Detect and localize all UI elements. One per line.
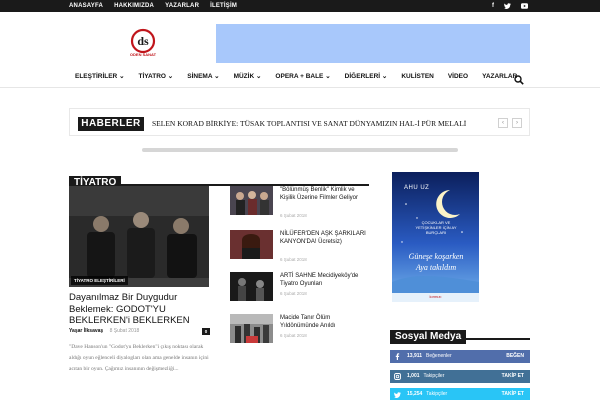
- menu-item-elestiriler[interactable]: ELEŞTİRİLER ⌄: [75, 66, 125, 88]
- search-icon[interactable]: [514, 72, 524, 85]
- menu-item-digerleri[interactable]: DİĞERLERİ ⌄: [345, 66, 388, 88]
- book-author: AHU UZ: [404, 185, 430, 191]
- youtube-icon[interactable]: [521, 0, 528, 12]
- top-bar: ANASAYFA HAKKIMIZDA YAZARLAR İLETİŞİM f: [0, 0, 600, 12]
- menu-item-opera-bale[interactable]: OPERA + BALE ⌄: [275, 66, 330, 88]
- ticker-next-button[interactable]: ›: [512, 118, 522, 128]
- follow-button[interactable]: TAKİP ET: [502, 370, 524, 383]
- book-title-line2: Aya takıldım: [415, 263, 457, 272]
- list-thumbnail[interactable]: [230, 314, 273, 343]
- list-item-title[interactable]: "Bölünmüş Benlik" Kimlik ve Kişilik Üzer…: [280, 186, 370, 202]
- follow-button[interactable]: TAKİP ET: [502, 388, 524, 400]
- logo-text: ODEN SANAT: [129, 52, 157, 57]
- svg-text:ds: ds: [137, 34, 149, 48]
- feature-meta: Yaşar İlksavaş 8 Şubat 2018 0: [69, 327, 210, 336]
- list-item[interactable]: NİLÜFER'DEN AŞK ŞARKILARI KANYON'DA! Ücr…: [230, 230, 370, 264]
- feature-author[interactable]: Yaşar İlksavaş: [69, 328, 103, 334]
- chevron-down-icon: ⌄: [381, 73, 388, 80]
- header-ad-banner[interactable]: [216, 24, 530, 63]
- menu-item-yazarlar[interactable]: YAZARLAR: [482, 66, 517, 88]
- section-header-social: Sosyal Medya: [390, 326, 530, 344]
- list-thumbnail[interactable]: [230, 272, 273, 301]
- chevron-down-icon: ⌄: [119, 73, 125, 80]
- ticker-prev-button[interactable]: ‹: [498, 118, 508, 128]
- list-item-date: 6 Şubat 2018: [280, 213, 307, 218]
- chevron-down-icon: ⌄: [214, 73, 220, 80]
- book-title-line1: Güneşe koşarken: [408, 252, 464, 261]
- news-ticker: HABERLER SELEN KORAD BİRKİYE: TÜSAK TOPL…: [69, 108, 530, 136]
- comment-count-badge[interactable]: 0: [202, 328, 210, 335]
- like-button[interactable]: BEĞEN: [506, 350, 524, 363]
- list-item-title[interactable]: Macide Tanır Ölüm Yıldönümünde Anıldı: [280, 314, 370, 330]
- list-item-title[interactable]: NİLÜFER'DEN AŞK ŞARKILARI KANYON'DA! Ücr…: [280, 230, 370, 246]
- feature-image[interactable]: TİYATRO ELEŞTİRİLERİ: [69, 186, 209, 287]
- list-item[interactable]: ARTİ SAHNE Mecidiyeköy'de Tiyatro Oyunla…: [230, 272, 370, 306]
- ticker-label: HABERLER: [78, 117, 144, 131]
- menu-item-kulisten[interactable]: KULİSTEN: [401, 66, 434, 88]
- list-item-date: 6 Şubat 2018: [280, 333, 307, 338]
- social-section-label: Sosyal Medya: [390, 330, 467, 344]
- instagram-icon: [394, 373, 401, 380]
- social-row-instagram[interactable]: 1,001 Takipçiler TAKİP ET: [390, 370, 530, 383]
- list-thumbnail[interactable]: [230, 230, 273, 259]
- list-item-date: 6 Şubat 2018: [280, 257, 307, 262]
- menu-item-tiyatro[interactable]: TİYATRO ⌄: [139, 66, 174, 88]
- list-item[interactable]: "Bölünmüş Benlik" Kimlik ve Kişilik Üzer…: [230, 186, 370, 220]
- chevron-down-icon: ⌄: [255, 73, 262, 80]
- main-menu-items: ELEŞTİRİLER ⌄ TİYATRO ⌄ SİNEMA ⌄ MÜZİK ⌄…: [75, 66, 517, 88]
- book-publisher: kırmızı: [429, 294, 442, 299]
- feature-title[interactable]: Dayanılmaz Bir Duygudur Beklemek: GODOT'…: [69, 292, 217, 327]
- chevron-down-icon: ⌄: [325, 73, 331, 80]
- top-nav-iletisim[interactable]: İLETİŞİM: [210, 0, 237, 12]
- feature-excerpt: "Dave Hanson'un "Godot'yu Beklerken"i çı…: [69, 344, 209, 372]
- ticker-headline[interactable]: SELEN KORAD BİRKİYE: TÜSAK TOPLANTISI VE…: [152, 117, 466, 131]
- horizontal-scrollbar[interactable]: [142, 148, 458, 152]
- top-nav: ANASAYFA HAKKIMIZDA YAZARLAR İLETİŞİM: [69, 0, 237, 12]
- feature-category[interactable]: TİYATRO ELEŞTİRİLERİ: [71, 276, 128, 285]
- book-subtitle: ÇOCUKLAR VE YETİŞKİNLER İÇİN AY BURÇLARI: [415, 220, 457, 235]
- facebook-icon[interactable]: f: [492, 0, 494, 12]
- section-header-tiyatro: TİYATRO: [69, 172, 369, 190]
- menu-item-muzik[interactable]: MÜZİK ⌄: [234, 66, 262, 88]
- list-thumbnail[interactable]: [230, 186, 273, 215]
- book-ad[interactable]: AHU UZ ÇOCUKLAR VE YETİŞKİNLER İÇİN AY B…: [392, 172, 479, 302]
- top-nav-yazarlar[interactable]: YAZARLAR: [165, 0, 199, 12]
- list-item-title[interactable]: ARTİ SAHNE Mecidiyeköy'de Tiyatro Oyunla…: [280, 272, 370, 288]
- facebook-icon: [394, 353, 401, 360]
- menu-item-sinema[interactable]: SİNEMA ⌄: [187, 66, 219, 88]
- list-item[interactable]: Macide Tanır Ölüm Yıldönümünde Anıldı 6 …: [230, 314, 370, 348]
- top-social-icons: f: [492, 0, 528, 12]
- main-menu: ELEŞTİRİLER ⌄ TİYATRO ⌄ SİNEMA ⌄ MÜZİK ⌄…: [0, 66, 600, 88]
- top-nav-hakkimizda[interactable]: HAKKIMIZDA: [114, 0, 154, 12]
- menu-item-video[interactable]: VİDEO: [448, 66, 468, 88]
- feature-date: 8 Şubat 2018: [109, 328, 140, 334]
- top-nav-anasayfa[interactable]: ANASAYFA: [69, 0, 103, 12]
- social-row-twitter[interactable]: 15,254 Takipçiler TAKİP ET: [390, 388, 530, 400]
- chevron-down-icon: ⌄: [167, 73, 174, 80]
- twitter-icon: [394, 391, 401, 399]
- social-row-facebook[interactable]: 13,911 Beğenenler BEĞEN: [390, 350, 530, 363]
- list-item-date: 6 Şubat 2018: [280, 291, 307, 296]
- twitter-icon[interactable]: [504, 0, 511, 12]
